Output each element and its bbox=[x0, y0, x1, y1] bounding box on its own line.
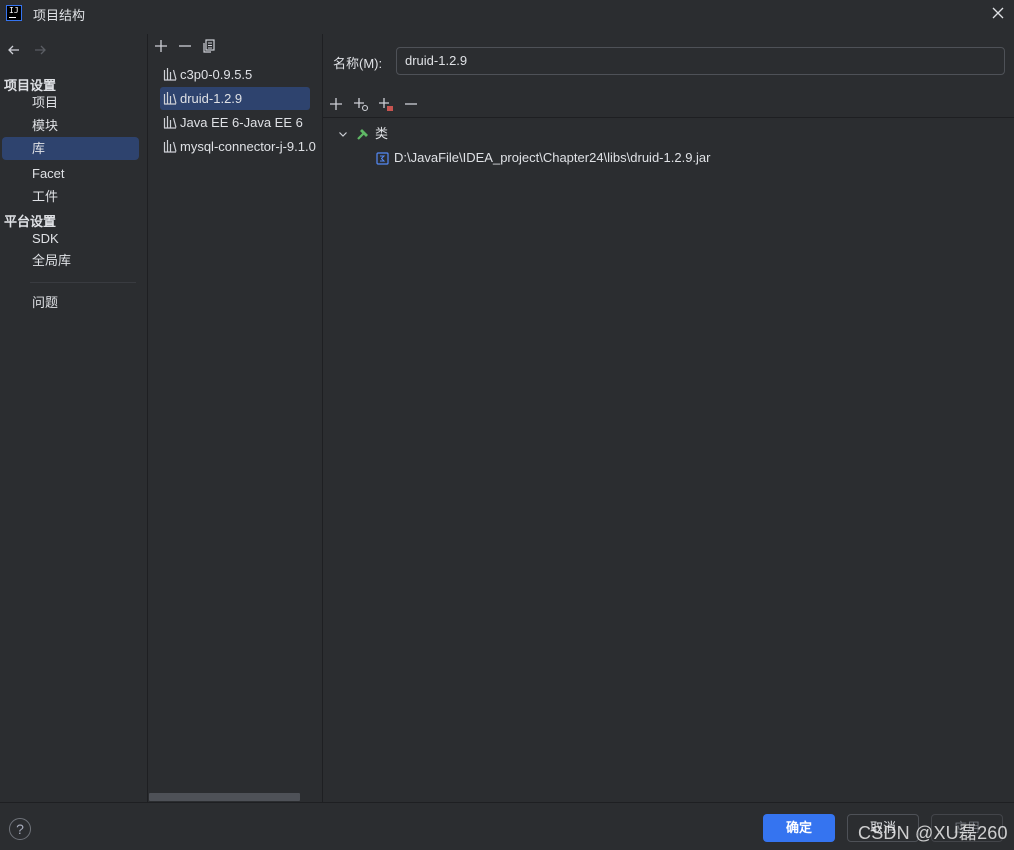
ok-button[interactable]: 确定 bbox=[763, 814, 835, 842]
nav-item-global-libraries[interactable]: 全局库 bbox=[2, 249, 139, 272]
library-name: druid-1.2.9 bbox=[180, 91, 243, 106]
back-arrow-icon[interactable] bbox=[6, 42, 22, 58]
library-list-pane: c3p0-0.9.5.5 druid-1.2.9 Java EE 6-Java … bbox=[148, 34, 322, 802]
library-icon bbox=[163, 140, 177, 153]
title-bar: IJ 项目结构 bbox=[0, 0, 1014, 27]
remove-icon[interactable] bbox=[177, 38, 193, 54]
classes-tree-node[interactable]: 类 bbox=[337, 123, 388, 145]
list-item[interactable]: c3p0-0.9.5.5 bbox=[160, 63, 310, 86]
nav-item-problems[interactable]: 问题 bbox=[2, 291, 139, 314]
nav-item-project[interactable]: 项目 bbox=[2, 91, 139, 114]
horizontal-scrollbar[interactable] bbox=[149, 793, 300, 801]
window-title: 项目结构 bbox=[33, 8, 86, 23]
settings-nav: 项目设置 项目 模块 库 Facet 工件 平台设置 SDK 全局库 问题 bbox=[0, 34, 147, 802]
remove-icon[interactable] bbox=[403, 96, 419, 112]
classes-toolbar bbox=[328, 96, 419, 112]
nav-arrows bbox=[6, 42, 48, 60]
forward-arrow-icon[interactable] bbox=[32, 42, 48, 58]
add-attached-icon[interactable] bbox=[353, 96, 369, 112]
library-detail-pane: 名称(M): druid-1.2.9 类 D:\JavaFile\IDEA_pr… bbox=[323, 34, 1014, 802]
add-icon[interactable] bbox=[328, 96, 344, 112]
name-label: 名称(M): bbox=[333, 56, 383, 71]
library-icon bbox=[163, 92, 177, 105]
list-item[interactable]: mysql-connector-j-9.1.0 bbox=[160, 135, 322, 158]
list-item[interactable]: druid-1.2.9 bbox=[160, 87, 310, 110]
library-icon bbox=[163, 68, 177, 81]
nav-divider bbox=[30, 282, 136, 283]
library-name: mysql-connector-j-9.1.0 bbox=[180, 139, 316, 154]
list-item[interactable]: Java EE 6-Java EE 6 bbox=[160, 111, 310, 134]
jar-tree-node[interactable]: D:\JavaFile\IDEA_project\Chapter24\libs\… bbox=[376, 147, 710, 169]
help-button[interactable]: ? bbox=[9, 818, 31, 840]
divider bbox=[323, 117, 1014, 118]
watermark: CSDN @XU磊260 bbox=[858, 823, 1008, 843]
nav-item-modules[interactable]: 模块 bbox=[2, 114, 139, 137]
nav-item-facet[interactable]: Facet bbox=[2, 162, 139, 185]
intellij-logo-icon: IJ bbox=[6, 5, 22, 21]
jar-file-icon bbox=[376, 151, 389, 165]
library-name: c3p0-0.9.5.5 bbox=[180, 67, 253, 82]
add-jar-icon[interactable] bbox=[378, 96, 394, 112]
nav-item-sdk[interactable]: SDK bbox=[2, 227, 139, 250]
add-icon[interactable] bbox=[153, 38, 169, 54]
copy-icon[interactable] bbox=[201, 38, 217, 54]
chevron-down-icon[interactable] bbox=[337, 128, 349, 140]
jar-path: D:\JavaFile\IDEA_project\Chapter24\libs\… bbox=[394, 150, 711, 165]
library-toolbar bbox=[153, 38, 217, 54]
library-icon bbox=[163, 116, 177, 129]
library-name: Java EE 6-Java EE 6 bbox=[180, 115, 303, 130]
close-icon[interactable] bbox=[988, 3, 1008, 23]
nav-item-libraries[interactable]: 库 bbox=[2, 137, 139, 160]
nav-item-artifacts[interactable]: 工件 bbox=[2, 185, 139, 208]
classes-label: 类 bbox=[375, 126, 389, 141]
name-field[interactable]: druid-1.2.9 bbox=[396, 47, 1005, 75]
divider bbox=[0, 802, 1014, 803]
hammer-icon bbox=[357, 129, 368, 140]
